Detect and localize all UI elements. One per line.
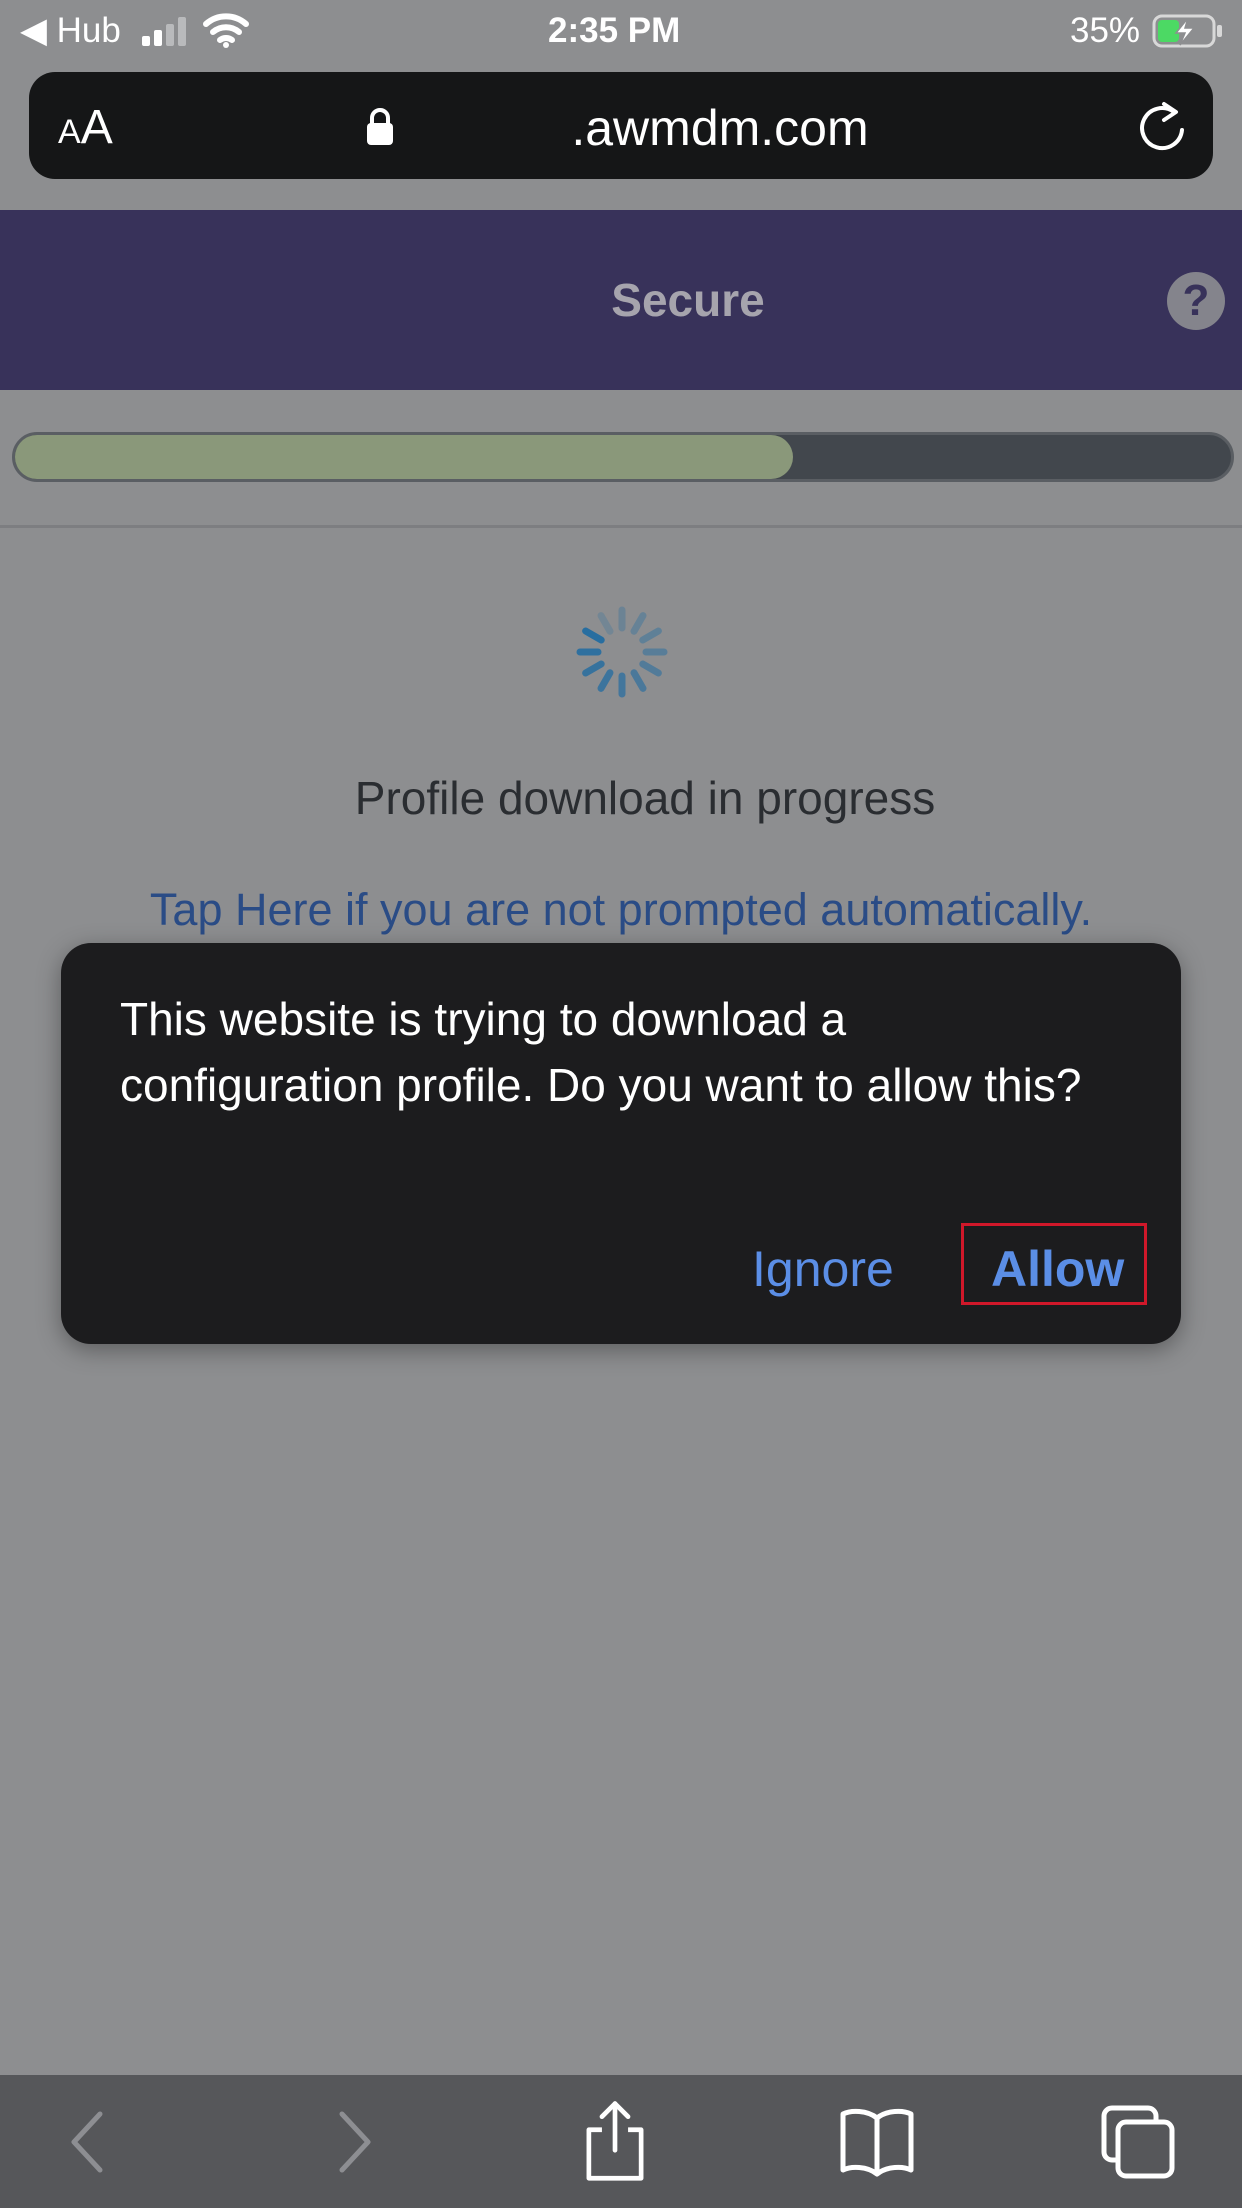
url-domain[interactable]: .awmdm.com [430,98,1010,158]
cellular-signal-icon [142,17,186,46]
battery-charging-icon [1152,14,1222,48]
back-chevron-icon[interactable] [48,2100,132,2184]
spinner-spoke [630,669,647,692]
spinner-spoke [582,660,605,677]
tabs-icon[interactable] [1096,2100,1180,2184]
reload-icon[interactable] [1136,100,1188,156]
spinner-spoke [597,612,614,635]
page-title: Secure [611,274,765,326]
spinner-spoke [630,612,647,635]
divider [0,525,1242,528]
loading-spinner-icon [576,606,668,698]
allow-button[interactable]: Allow [991,1234,1124,1304]
help-button[interactable]: ? [1167,272,1225,330]
bookmarks-icon[interactable] [835,2100,919,2184]
wifi-icon [203,13,249,48]
alert-message: This website is trying to download a con… [120,993,1082,1111]
spinner-spoke [639,627,662,644]
lock-icon [367,108,393,145]
status-bar: ◀ Hub 2:35 PM 35% [0,0,1242,62]
forward-chevron-icon[interactable] [310,2100,394,2184]
text-size-button[interactable]: AA [58,103,113,164]
download-status-text: Profile download in progress [354,772,936,824]
manual-download-link[interactable]: Tap Here if you are not prompted automat… [0,880,1242,940]
ignore-button[interactable]: Ignore [752,1234,894,1304]
share-icon[interactable] [573,2098,657,2182]
progress-fill [15,435,793,479]
clock: 2:35 PM [548,11,681,50]
spinner-spoke [597,669,614,692]
back-to-app-link[interactable]: ◀ Hub [20,0,121,62]
battery-percent: 35% [1070,11,1141,50]
spinner-spoke [639,660,662,677]
spinner-spoke [582,627,605,644]
